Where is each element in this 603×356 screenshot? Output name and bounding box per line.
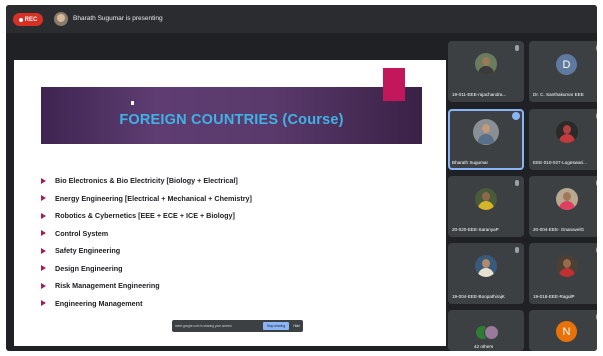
participant-name: 19-011-EEE-rajachandra... (452, 92, 507, 97)
mic-off-icon (515, 45, 519, 51)
others-tile[interactable]: 42 others (448, 310, 524, 351)
participant-photo (473, 119, 499, 145)
meet-window: REC Bharath Sugumar is presenting FOREIG… (6, 5, 597, 351)
bullet-text: Design Engineering (55, 263, 123, 273)
bullet-arrow-icon (41, 265, 46, 272)
bullet-arrow-icon (41, 247, 46, 254)
bullet-item: Design Engineering (41, 260, 252, 278)
bullet-item: Risk Management Engineering (41, 277, 252, 295)
share-notice: meet.google.com is sharing your screen. (175, 324, 233, 328)
participant-tile[interactable]: 19-011-EEE-rajachandra... (448, 41, 524, 102)
presenter-status: Bharath Sugumar is presenting (73, 15, 163, 22)
participant-name: EEE-010-027-Logeswari... (533, 160, 587, 165)
top-bar: REC Bharath Sugumar is presenting (6, 5, 597, 33)
bullet-arrow-icon (41, 300, 46, 307)
mic-off-icon (515, 180, 519, 186)
bullet-item: Energy Engineering [Electrical + Mechani… (41, 190, 252, 208)
stop-sharing-button[interactable]: Stop sharing (262, 322, 290, 330)
bullet-item: Safety Engineering (41, 242, 252, 260)
participant-photo (556, 255, 578, 277)
participant-name: 20-020-EEE-SaranyaP (452, 227, 499, 232)
participant-photo (556, 188, 578, 210)
bullet-list: Bio Electronics & Bio Electricity [Biolo… (41, 172, 252, 312)
participant-tile[interactable]: 19-018-EEE-RagulP (529, 243, 597, 304)
participant-tile[interactable]: 20-020-EEE-SaranyaP (448, 176, 524, 237)
participant-tile-presenter[interactable]: Bharath Sugumar (448, 109, 524, 170)
bullet-text: Bio Electronics & Bio Electricity [Biolo… (55, 176, 238, 186)
participant-photo (475, 255, 497, 277)
participant-photo (556, 121, 578, 143)
bullet-item: Robotics & Cybernetics [EEE + ECE + ICE … (41, 207, 252, 225)
bullet-arrow-icon (41, 230, 46, 237)
participant-tile[interactable]: 20-004-EEE- GnanavelG (529, 176, 597, 237)
presentation-slide: FOREIGN COUNTRIES (Course) Bio Electroni… (14, 60, 446, 346)
participant-photo (475, 188, 497, 210)
bullet-arrow-icon (41, 195, 46, 202)
participant-name: 19-004-EEE-BoopathirajK (452, 294, 505, 299)
participant-tile[interactable]: 19-004-EEE-BoopathirajK (448, 243, 524, 304)
bullet-text: Robotics & Cybernetics [EEE + ECE + ICE … (55, 211, 235, 221)
bullet-text: Safety Engineering (55, 246, 121, 256)
participant-tile[interactable]: N (529, 310, 597, 351)
bullet-arrow-icon (41, 177, 46, 184)
bullet-text: Engineering Management (55, 298, 143, 308)
bullet-item: Bio Electronics & Bio Electricity [Biolo… (41, 172, 252, 190)
slide-accent-block (383, 68, 405, 101)
presenter-avatar (54, 12, 68, 26)
record-dot-icon (18, 17, 23, 22)
participant-name: Bharath Sugumar (452, 160, 489, 165)
mic-off-icon (596, 113, 597, 119)
bullet-arrow-icon (41, 212, 46, 219)
participant-photo (475, 53, 497, 75)
slide-title: FOREIGN COUNTRIES (Course) (119, 112, 344, 128)
recording-badge[interactable]: REC (13, 13, 43, 26)
participant-tile[interactable]: EEE-010-027-Logeswari... (529, 109, 597, 170)
presenting-icon (512, 112, 520, 120)
bullet-text: Risk Management Engineering (55, 281, 160, 291)
hide-button[interactable]: Hide (293, 324, 300, 328)
bullet-item: Control System (41, 225, 252, 243)
screen-share-bar: meet.google.com is sharing your screen. … (172, 320, 303, 332)
bullet-text: Control System (55, 228, 109, 238)
mic-off-icon (515, 247, 519, 253)
others-avatars (475, 325, 499, 341)
bullet-arrow-icon (41, 282, 46, 289)
others-count: 42 others (474, 344, 494, 349)
participant-name: 20-004-EEE- GnanavelG (533, 227, 585, 232)
mic-off-icon (596, 247, 597, 253)
participant-tile[interactable]: D Dr. C. Santhakumar EEE (529, 41, 597, 102)
recording-label: REC (24, 16, 38, 23)
mic-off-icon (596, 45, 597, 51)
mic-off-icon (596, 180, 597, 186)
bullet-item: Engineering Management (41, 295, 252, 313)
mouse-cursor-icon (131, 101, 134, 105)
participant-avatar: N (556, 321, 577, 342)
participant-avatar: D (556, 54, 577, 75)
participant-name: 19-018-EEE-RagulP (533, 294, 575, 299)
bullet-text: Energy Engineering [Electrical + Mechani… (55, 193, 252, 203)
participant-name: Dr. C. Santhakumar EEE (533, 92, 584, 97)
mic-off-icon (596, 314, 597, 320)
